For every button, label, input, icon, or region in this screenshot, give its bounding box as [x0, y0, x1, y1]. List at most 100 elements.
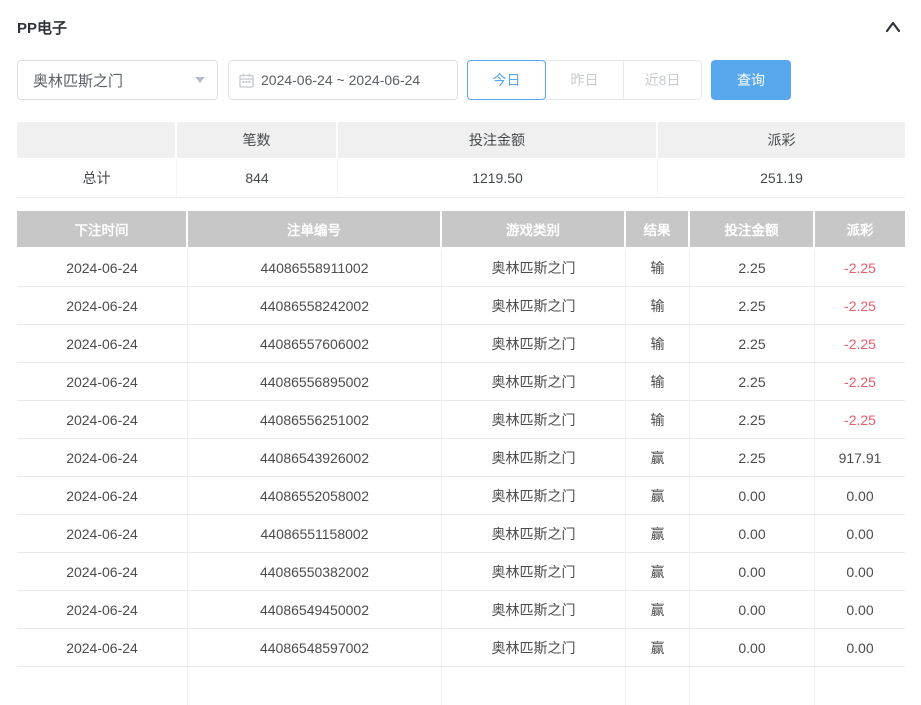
cell-bet-amount: 2.25 — [690, 325, 815, 363]
column-header-payout: 派彩 — [815, 211, 905, 249]
summary-table: 笔数 投注金额 派彩 总计 844 1219.50 251.19 — [17, 122, 905, 198]
cell-payout: 0.00 — [815, 553, 905, 591]
table-header-row: 下注时间 注单编号 游戏类别 结果 投注金额 派彩 — [17, 211, 905, 249]
column-header-game-type: 游戏类别 — [442, 211, 626, 249]
cell-payout: -2.25 — [815, 249, 905, 287]
cell-game-type: 奥林匹斯之门 — [442, 363, 626, 401]
calendar-icon — [239, 73, 254, 88]
quick-button-today[interactable]: 今日 — [467, 60, 546, 100]
collapse-button[interactable] — [881, 17, 905, 37]
cell-game-type: 奥林匹斯之门 — [442, 439, 626, 477]
table-row: 2024-06-24 44086543926002 奥林匹斯之门 赢 2.25 … — [17, 439, 905, 477]
cell-bet-id: 44086548597002 — [188, 629, 442, 667]
game-select[interactable]: 奥林匹斯之门 — [17, 60, 218, 100]
cell-payout: -2.25 — [815, 287, 905, 325]
cell-game-type: 奥林匹斯之门 — [442, 515, 626, 553]
cell-bet-time: 2024-06-24 — [17, 363, 188, 401]
cell-result: 赢 — [626, 439, 690, 477]
cell-game-type: 奥林匹斯之门 — [442, 249, 626, 287]
cell-game-type: 奥林匹斯之门 — [442, 287, 626, 325]
cell-payout: 0.00 — [815, 515, 905, 553]
table-row: 2024-06-24 44086548597002 奥林匹斯之门 赢 0.00 … — [17, 629, 905, 667]
cell-bet-amount: 2.25 — [690, 401, 815, 439]
date-range-value: 2024-06-24 ~ 2024-06-24 — [261, 72, 420, 88]
table-row: 2024-06-24 44086556895002 奥林匹斯之门 输 2.25 … — [17, 363, 905, 401]
cell-bet-time: 2024-06-24 — [17, 553, 188, 591]
cell-bet-amount: 0.00 — [690, 591, 815, 629]
cell-payout: 0.00 — [815, 629, 905, 667]
summary-total-count: 844 — [177, 158, 338, 198]
cell-payout: -2.25 — [815, 363, 905, 401]
table-row: 2024-06-24 44086558242002 奥林匹斯之门 输 2.25 … — [17, 287, 905, 325]
cell-bet-time: 2024-06-24 — [17, 325, 188, 363]
column-header-result: 结果 — [626, 211, 690, 249]
cell-result: 输 — [626, 325, 690, 363]
cell-bet-amount: 2.25 — [690, 363, 815, 401]
cell-payout: 917.91 — [815, 439, 905, 477]
cell-bet-id: 44086549450002 — [188, 591, 442, 629]
search-button[interactable]: 查询 — [711, 60, 791, 100]
cell-result: 输 — [626, 287, 690, 325]
table-row: 2024-06-24 44086549450002 奥林匹斯之门 赢 0.00 … — [17, 591, 905, 629]
cell-bet-id: 44086557606002 — [188, 325, 442, 363]
bet-records-table: 下注时间 注单编号 游戏类别 结果 投注金额 派彩 2024-06-24 440… — [17, 211, 905, 705]
cell-bet-id: 44086551158002 — [188, 515, 442, 553]
cell-bet-time: 2024-06-24 — [17, 591, 188, 629]
cell-bet-amount: 2.25 — [690, 249, 815, 287]
filter-bar: 奥林匹斯之门 2024-06-24 ~ 2024-06-24 今日 昨日 近8日… — [17, 60, 905, 100]
summary-total-row: 总计 844 1219.50 251.19 — [17, 158, 905, 198]
summary-total-label: 总计 — [17, 158, 177, 198]
column-header-bet-time: 下注时间 — [17, 211, 188, 249]
quick-range-group: 今日 昨日 近8日 — [467, 60, 702, 100]
cell-game-type: 奥林匹斯之门 — [442, 553, 626, 591]
summary-header-payout: 派彩 — [658, 122, 905, 158]
summary-header-count: 笔数 — [177, 122, 338, 158]
cell-game-type: 奥林匹斯之门 — [442, 591, 626, 629]
chevron-up-icon — [883, 19, 903, 35]
cell-game-type: 奥林匹斯之门 — [442, 477, 626, 515]
cell-game-type: 奥林匹斯之门 — [442, 629, 626, 667]
cell-bet-amount: 0.00 — [690, 553, 815, 591]
cell-bet-amount: 0.00 — [690, 629, 815, 667]
cell-result: 输 — [626, 401, 690, 439]
cell-result: 赢 — [626, 477, 690, 515]
column-header-bet-id: 注单编号 — [188, 211, 442, 249]
cell-bet-time: 2024-06-24 — [17, 477, 188, 515]
quick-button-yesterday[interactable]: 昨日 — [545, 60, 624, 100]
summary-header-row: 笔数 投注金额 派彩 — [17, 122, 905, 158]
date-range-picker[interactable]: 2024-06-24 ~ 2024-06-24 — [228, 60, 458, 100]
cell-payout: 0.00 — [815, 591, 905, 629]
cell-game-type: 奥林匹斯之门 — [442, 401, 626, 439]
cell-payout: -2.25 — [815, 401, 905, 439]
cell-result: 赢 — [626, 515, 690, 553]
cell-bet-amount: 0.00 — [690, 515, 815, 553]
column-header-bet-amount: 投注金额 — [690, 211, 815, 249]
cell-result: 输 — [626, 249, 690, 287]
summary-total-payout: 251.19 — [658, 158, 905, 198]
cell-bet-amount: 2.25 — [690, 287, 815, 325]
partial-next-row — [17, 667, 905, 705]
cell-bet-id: 44086556895002 — [188, 363, 442, 401]
cell-bet-amount: 0.00 — [690, 477, 815, 515]
pp-electronic-panel: PP电子 奥林匹斯之门 2024-06-24 ~ 2024-06-24 — [0, 0, 921, 705]
table-row: 2024-06-24 44086550382002 奥林匹斯之门 赢 0.00 … — [17, 553, 905, 591]
quick-button-last-8-days[interactable]: 近8日 — [623, 60, 702, 100]
panel-header: PP电子 — [17, 14, 905, 40]
cell-payout: 0.00 — [815, 477, 905, 515]
cell-bet-time: 2024-06-24 — [17, 287, 188, 325]
table-row: 2024-06-24 44086558911002 奥林匹斯之门 输 2.25 … — [17, 249, 905, 287]
cell-bet-id: 44086556251002 — [188, 401, 442, 439]
summary-total-bet-amount: 1219.50 — [338, 158, 658, 198]
cell-result: 赢 — [626, 591, 690, 629]
cell-bet-id: 44086543926002 — [188, 439, 442, 477]
cell-bet-time: 2024-06-24 — [17, 249, 188, 287]
game-select-value: 奥林匹斯之门 — [33, 70, 123, 91]
cell-bet-amount: 2.25 — [690, 439, 815, 477]
cell-bet-id: 44086552058002 — [188, 477, 442, 515]
table-row: 2024-06-24 44086556251002 奥林匹斯之门 输 2.25 … — [17, 401, 905, 439]
summary-header-bet-amount: 投注金额 — [338, 122, 658, 158]
cell-payout: -2.25 — [815, 325, 905, 363]
cell-result: 输 — [626, 363, 690, 401]
cell-bet-time: 2024-06-24 — [17, 515, 188, 553]
cell-result: 赢 — [626, 553, 690, 591]
